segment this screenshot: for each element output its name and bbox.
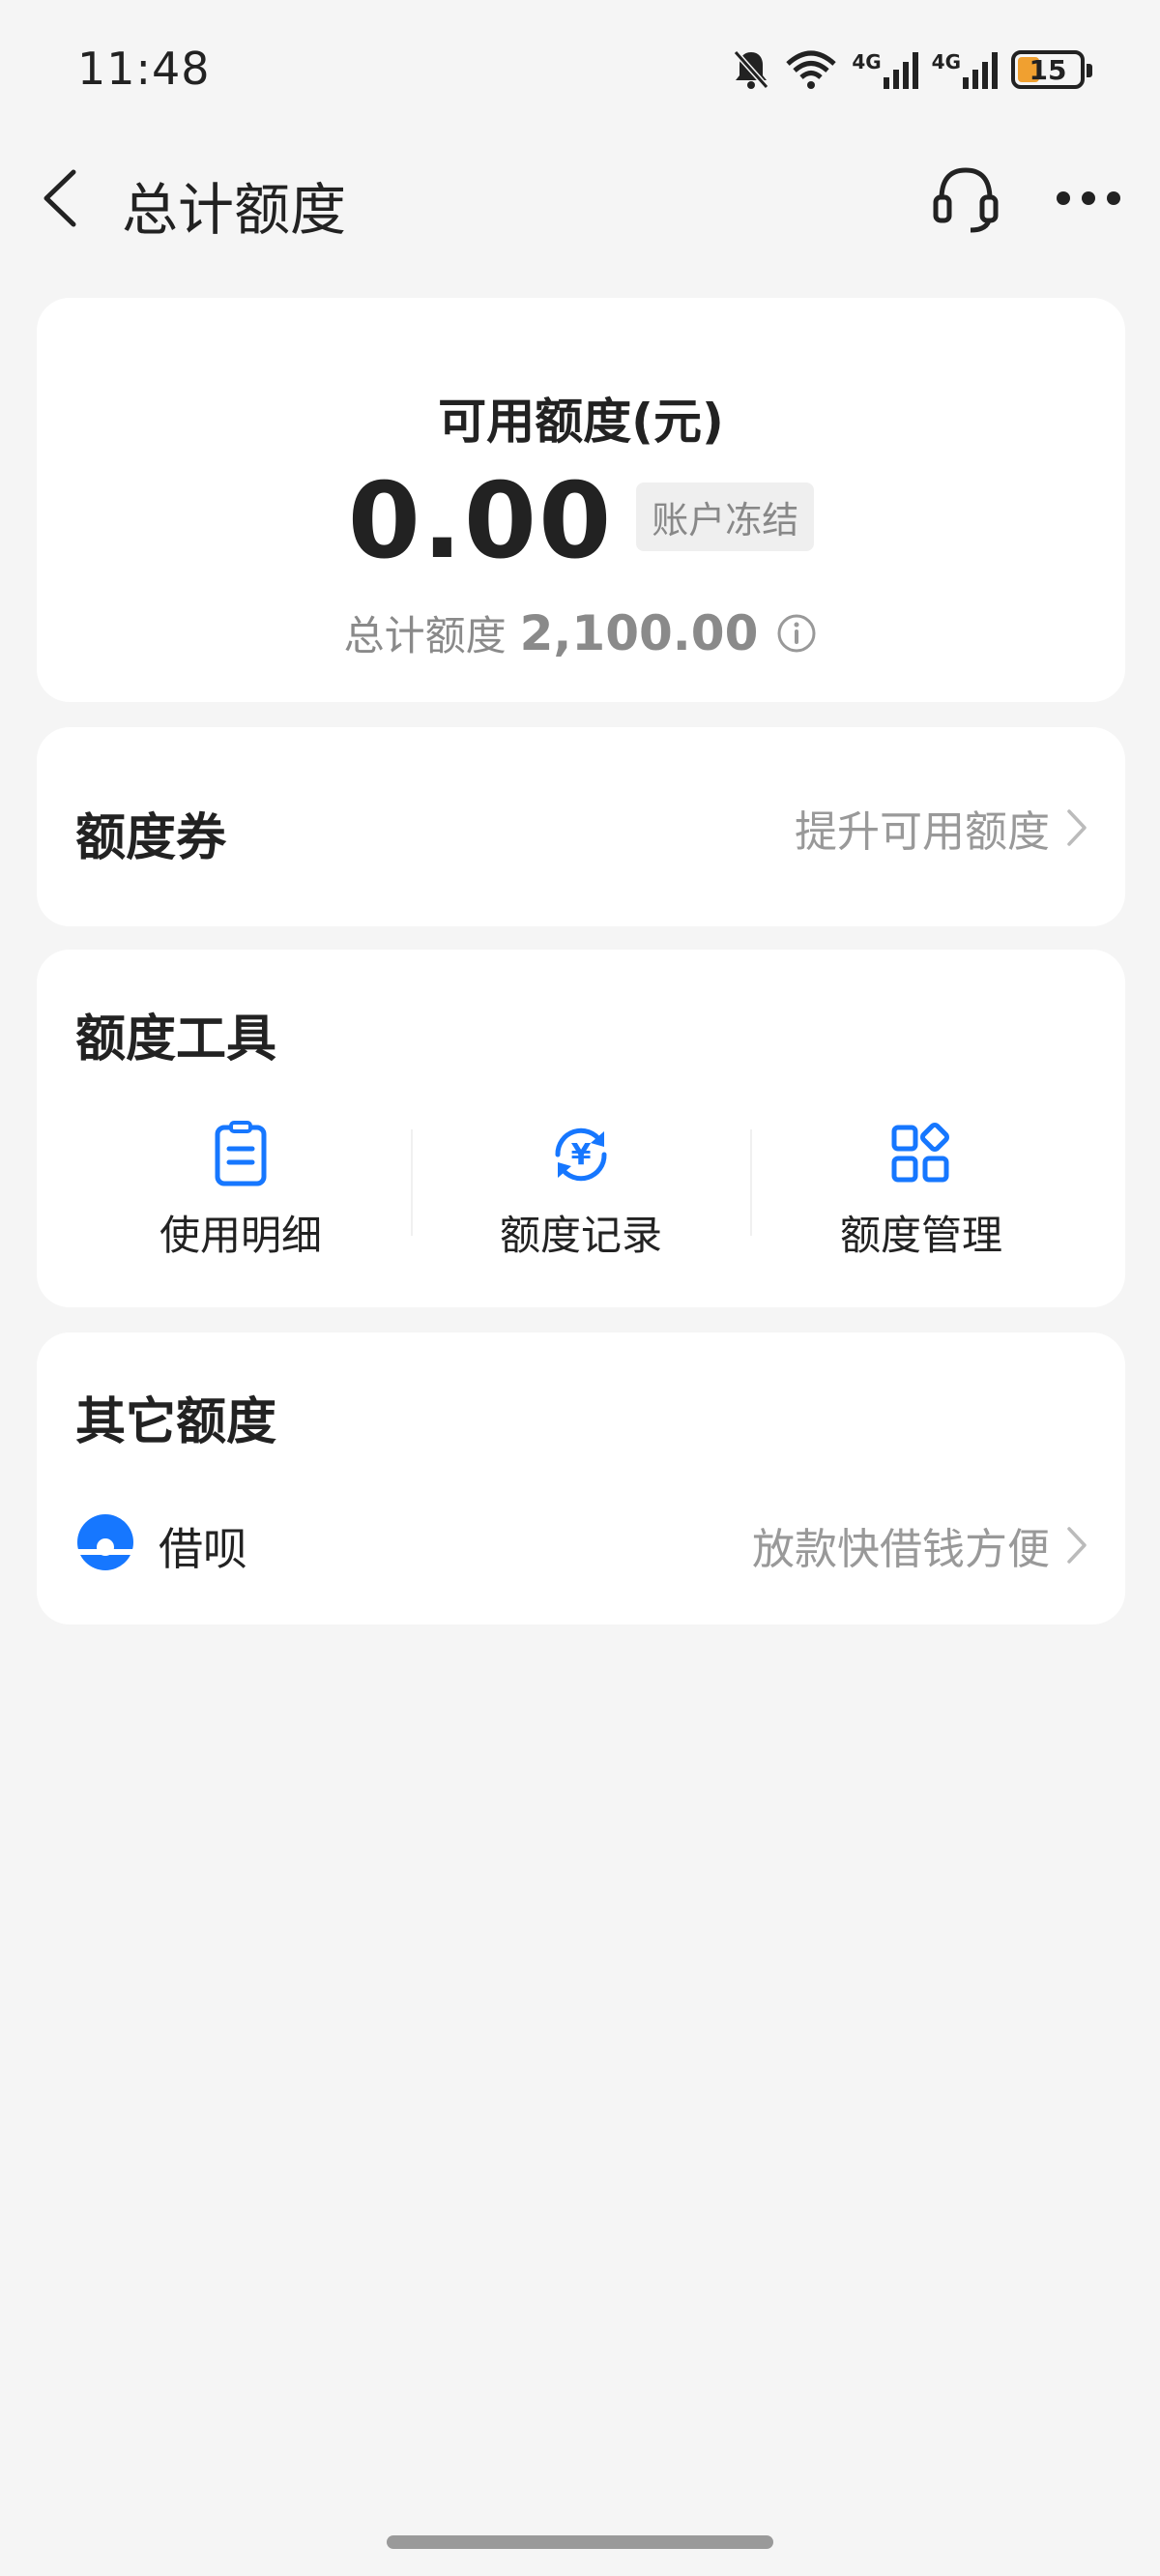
network-type-1: 4G <box>852 50 882 73</box>
svg-text:¥: ¥ <box>571 1138 592 1172</box>
tool-label: 额度记录 <box>499 1212 662 1259</box>
headset-icon <box>933 167 999 233</box>
tools-card: 额度工具 使用明细 ¥ 额度记录 额度管理 <box>37 950 1125 1307</box>
total-amount: 2,100.00 <box>519 604 759 661</box>
nav-header: 总计额度 <box>0 135 1160 261</box>
signal-bars-icon <box>883 50 918 89</box>
customer-service-button[interactable] <box>928 161 1003 236</box>
jiebei-name: 借呗 <box>159 1523 247 1575</box>
more-dots-icon <box>1057 191 1120 205</box>
chevron-right-icon <box>1067 809 1087 846</box>
jiebei-desc-text: 放款快借钱方便 <box>752 1525 1050 1574</box>
available-label: 可用额度(元) <box>438 394 724 450</box>
tool-label: 使用明细 <box>159 1212 322 1259</box>
battery-nub <box>1087 64 1092 77</box>
info-icon[interactable] <box>775 612 818 655</box>
battery-level: 15 <box>1029 53 1067 86</box>
status-icons: 4G 4G 15 <box>732 44 1092 95</box>
chevron-right-icon <box>1067 1527 1087 1564</box>
tool-usage-detail[interactable]: 使用明细 <box>72 1120 410 1265</box>
total-row: 总计额度 2,100.00 <box>37 603 1125 662</box>
wifi-icon <box>786 50 837 89</box>
status-badge: 账户冻结 <box>636 482 815 551</box>
available-amount: 0.00 <box>347 461 614 582</box>
network-type-2: 4G <box>931 50 961 73</box>
tool-quota-record[interactable]: ¥ 额度记录 <box>412 1120 750 1265</box>
more-button[interactable] <box>1050 164 1127 232</box>
back-button[interactable] <box>35 164 93 232</box>
voucher-card[interactable]: 额度券 提升可用额度 <box>37 727 1125 926</box>
voucher-title: 额度券 <box>75 809 227 867</box>
other-quota-card: 其它额度 借呗 放款快借钱方便 <box>37 1332 1125 1625</box>
jiebei-desc: 放款快借钱方便 <box>752 1514 1090 1576</box>
chevron-left-icon <box>44 169 76 227</box>
tools-row: 使用明细 ¥ 额度记录 额度管理 <box>37 1120 1125 1265</box>
tool-quota-manage[interactable]: 额度管理 <box>752 1120 1090 1265</box>
signal-bars-icon <box>963 50 998 89</box>
status-bar: 11:48 4G 4G 15 <box>0 0 1160 135</box>
page-title: 总计额度 <box>122 177 347 243</box>
available-row: 0.00 账户冻结 <box>37 470 1125 574</box>
signal-2: 4G <box>932 50 998 89</box>
yuan-cycle-icon: ¥ <box>555 1127 607 1182</box>
status-time: 11:48 <box>77 43 211 95</box>
voucher-link-text: 提升可用额度 <box>795 807 1050 857</box>
tools-title: 额度工具 <box>75 1010 277 1068</box>
voucher-link[interactable]: 提升可用额度 <box>795 797 1090 859</box>
battery-icon: 15 <box>1011 50 1092 89</box>
jiebei-logo-icon <box>77 1514 133 1570</box>
clipboard-list-icon <box>215 1121 267 1186</box>
home-indicator[interactable] <box>387 2535 773 2549</box>
other-title: 其它额度 <box>75 1393 277 1451</box>
apps-grid-icon <box>891 1123 949 1183</box>
total-label: 总计额度 <box>343 612 507 659</box>
tool-label: 额度管理 <box>839 1212 1002 1259</box>
signal-1: 4G <box>852 50 918 89</box>
balance-card: 可用额度(元) 0.00 账户冻结 总计额度 2,100.00 <box>37 298 1125 702</box>
bell-off-icon <box>734 50 769 89</box>
list-item-jiebei[interactable]: 借呗 放款快借钱方便 <box>37 1503 1125 1586</box>
